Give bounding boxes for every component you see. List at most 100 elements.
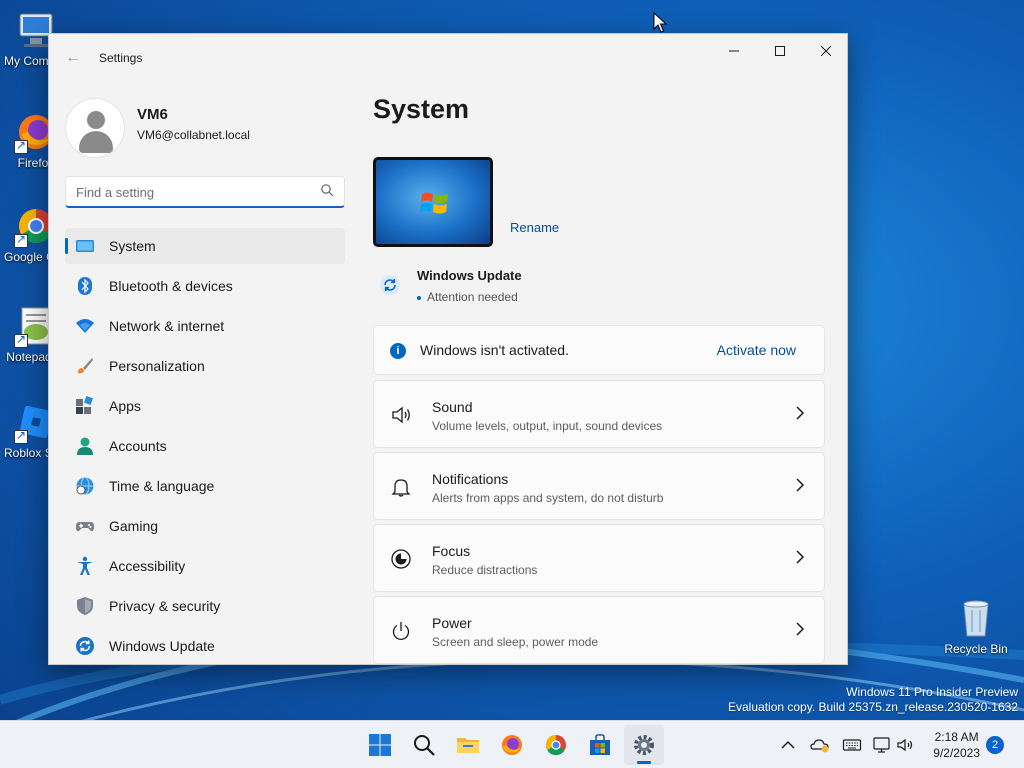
taskbar-chrome[interactable] — [536, 725, 576, 765]
network-icon[interactable] — [872, 735, 892, 755]
user-profile[interactable]: VM6 VM6@collabnet.local — [65, 98, 345, 158]
recycle-bin-icon — [954, 596, 998, 640]
sidebar-item-time-language[interactable]: Time & language — [65, 468, 345, 504]
setting-subtitle: Volume levels, output, input, sound devi… — [432, 419, 663, 433]
sidebar-item-network-internet[interactable]: Network & internet — [65, 308, 345, 344]
chevron-right-icon — [796, 478, 805, 492]
minimize-icon — [729, 50, 739, 52]
search-icon — [414, 735, 435, 756]
windows-update-status-text: Attention needed — [417, 290, 518, 304]
windows-update-status[interactable]: Windows Update Attention needed — [373, 262, 673, 308]
minimize-button[interactable] — [711, 34, 757, 66]
sidebar-item-privacy-security[interactable]: Privacy & security — [65, 588, 345, 624]
setting-card-notifications[interactable]: Notifications Alerts from apps and syste… — [373, 452, 825, 520]
chevron-right-icon — [796, 406, 805, 420]
setting-card-sound[interactable]: Sound Volume levels, output, input, soun… — [373, 380, 825, 448]
bell-icon — [391, 479, 411, 497]
user-email: VM6@collabnet.local — [137, 128, 250, 142]
system-icon — [76, 240, 94, 252]
sidebar-item-label: System — [109, 238, 156, 254]
keyboard-icon[interactable] — [842, 735, 862, 755]
sidebar-item-label: Privacy & security — [109, 598, 221, 614]
start-icon — [369, 734, 391, 756]
accessibility-icon — [77, 556, 93, 575]
windows-update-title: Windows Update — [417, 268, 522, 283]
sidebar-item-system[interactable]: System — [65, 228, 345, 264]
firefox-icon — [502, 735, 522, 755]
os-watermark: Windows 11 Pro Insider Preview Evaluatio… — [728, 685, 1018, 715]
rename-link[interactable]: Rename — [510, 220, 559, 235]
page-title: System — [373, 94, 470, 124]
volume-icon[interactable] — [896, 735, 916, 755]
taskbar: 2:18 AM 9/2/2023 2 — [0, 720, 1024, 768]
clock-date: 9/2/2023 — [933, 746, 980, 760]
sidebar-item-personalization[interactable]: Personalization — [65, 348, 345, 384]
search-box[interactable] — [65, 176, 345, 208]
status-dot-icon — [417, 295, 421, 300]
setting-title: Focus — [432, 543, 471, 559]
back-button[interactable]: ← — [63, 48, 83, 68]
notification-badge[interactable]: 2 — [986, 736, 1004, 754]
watermark-line-1: Windows 11 Pro Insider Preview — [846, 685, 1018, 699]
sidebar-item-label: Personalization — [109, 358, 205, 374]
watermark-line-2: Evaluation copy. Build 25375.zn_release.… — [728, 700, 1018, 714]
sidebar-nav: System Bluetooth & devices Network & int… — [65, 228, 345, 664]
system-clock[interactable]: 2:18 AM 9/2/2023 — [933, 729, 980, 761]
maximize-button[interactable] — [757, 34, 803, 66]
sidebar-item-accessibility[interactable]: Accessibility — [65, 548, 345, 584]
taskbar-search-button[interactable] — [404, 725, 444, 765]
mouse-cursor-icon — [653, 12, 667, 33]
setting-title: Power — [432, 615, 472, 631]
sidebar-item-label: Gaming — [109, 518, 159, 534]
chevron-right-icon — [796, 622, 805, 636]
taskbar-microsoft-store[interactable] — [580, 725, 620, 765]
activation-banner: i Windows isn't activated. Activate now — [373, 325, 825, 375]
sidebar-item-label: Windows Update — [109, 638, 215, 654]
bluetooth-icon — [78, 277, 92, 295]
sidebar-item-label: Bluetooth & devices — [109, 278, 233, 294]
microsoft-store-icon — [590, 734, 610, 755]
sidebar-item-label: Accessibility — [109, 558, 186, 574]
sidebar-item-label: Apps — [109, 398, 141, 414]
onedrive-icon[interactable] — [810, 735, 830, 755]
maximize-icon — [775, 46, 785, 57]
taskbar-firefox[interactable] — [492, 725, 532, 765]
title-bar[interactable]: ← Settings — [49, 34, 847, 82]
user-name: VM6 — [137, 106, 168, 123]
gamepad-icon — [76, 522, 94, 532]
sidebar-item-apps[interactable]: Apps — [65, 388, 345, 424]
setting-card-focus[interactable]: Focus Reduce distractions — [373, 524, 825, 592]
focus-icon — [391, 549, 411, 569]
shortcut-arrow-icon — [14, 428, 28, 444]
chevron-up-icon[interactable] — [778, 735, 798, 755]
clock-time: 2:18 AM — [934, 730, 979, 744]
setting-card-power[interactable]: Power Screen and sleep, power mode — [373, 596, 825, 664]
shortcut-arrow-icon — [14, 138, 28, 154]
setting-subtitle: Screen and sleep, power mode — [432, 635, 599, 649]
avatar-body — [79, 131, 113, 153]
sidebar-item-windows-update[interactable]: Windows Update — [65, 628, 345, 664]
search-icon — [321, 184, 334, 197]
search-input[interactable] — [76, 182, 312, 202]
info-icon: i — [390, 343, 406, 359]
globe-clock-icon — [76, 477, 94, 495]
taskbar-file-explorer[interactable] — [448, 725, 488, 765]
desktop-icon-recycle-bin[interactable]: Recycle Bin — [942, 596, 1010, 656]
taskbar-settings[interactable] — [624, 725, 664, 765]
close-icon — [820, 45, 832, 57]
sidebar-item-gaming[interactable]: Gaming — [65, 508, 345, 544]
windows-update-icon — [76, 637, 94, 655]
setting-subtitle: Alerts from apps and system, do not dist… — [432, 491, 664, 505]
brush-icon — [78, 358, 93, 374]
shortcut-arrow-icon — [14, 232, 28, 248]
windows-logo-icon — [420, 192, 448, 214]
sidebar-item-bluetooth-devices[interactable]: Bluetooth & devices — [65, 268, 345, 304]
windows-update-icon — [380, 275, 400, 295]
windows-update-status-label: Attention needed — [427, 290, 518, 304]
close-button[interactable] — [803, 34, 847, 66]
activate-now-button[interactable]: Activate now — [717, 342, 796, 358]
start-button[interactable] — [360, 725, 400, 765]
sidebar-item-accounts[interactable]: Accounts — [65, 428, 345, 464]
power-icon — [392, 622, 410, 640]
activation-message: Windows isn't activated. — [420, 342, 569, 358]
